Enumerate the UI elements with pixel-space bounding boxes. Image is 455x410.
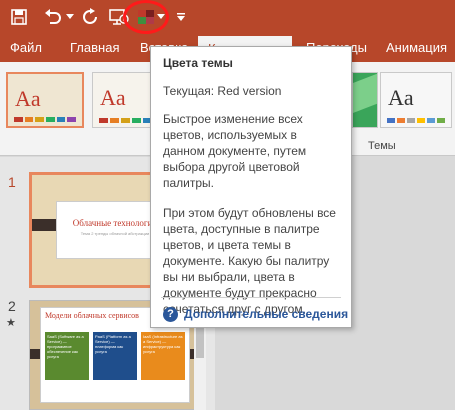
- slide-column: SaaS (Software as a Service) — программн…: [45, 332, 89, 380]
- theme-sample-text: Aa: [388, 85, 414, 110]
- tab-animations[interactable]: Анимация: [386, 34, 447, 62]
- tab-file[interactable]: Файл: [10, 34, 42, 62]
- more-info-link[interactable]: ? Дополнительные сведения: [163, 306, 348, 322]
- transition-star-icon: ★: [6, 317, 16, 329]
- slide-column: PaaS (Platform as a Service) — платформа…: [93, 332, 137, 380]
- help-icon: ?: [163, 306, 178, 322]
- theme-thumbnail-plain[interactable]: Aa: [380, 72, 452, 128]
- theme-sample-text: Aa: [15, 86, 41, 111]
- chevron-down-icon[interactable]: [64, 3, 76, 31]
- tooltip-description: При этом будут обновлены все цвета, дост…: [163, 206, 336, 316]
- tooltip-divider: [161, 297, 341, 298]
- theme-thumbnail-green[interactable]: [352, 72, 378, 128]
- tooltip-title: Цвета темы: [163, 56, 233, 70]
- theme-thumbnail-current[interactable]: Aa: [6, 72, 84, 128]
- slide-number: 2: [8, 298, 16, 314]
- slide-column: IaaS (Infrastructure as a Service) — инф…: [141, 332, 185, 380]
- tooltip-description: Быстрое изменение всех цветов, используе…: [163, 112, 307, 190]
- group-label-themes: Темы: [368, 140, 396, 152]
- undo-icon[interactable]: [42, 3, 64, 31]
- theme-colors-tooltip: Цвета темы Текущая: Red version Быстрое …: [150, 46, 352, 328]
- theme-sample-text: Aa: [100, 85, 126, 110]
- more-info-label[interactable]: Дополнительные сведения: [184, 306, 348, 322]
- redo-icon[interactable]: [80, 3, 100, 31]
- slide-number: 1: [8, 174, 16, 190]
- customize-toolbar-icon[interactable]: [174, 3, 188, 31]
- tab-home[interactable]: Главная: [70, 34, 119, 62]
- highlight-circle: [123, 0, 169, 34]
- quick-access-toolbar: [0, 0, 455, 45]
- tooltip-current-value: Текущая: Red version: [163, 84, 282, 98]
- save-icon[interactable]: [6, 3, 32, 31]
